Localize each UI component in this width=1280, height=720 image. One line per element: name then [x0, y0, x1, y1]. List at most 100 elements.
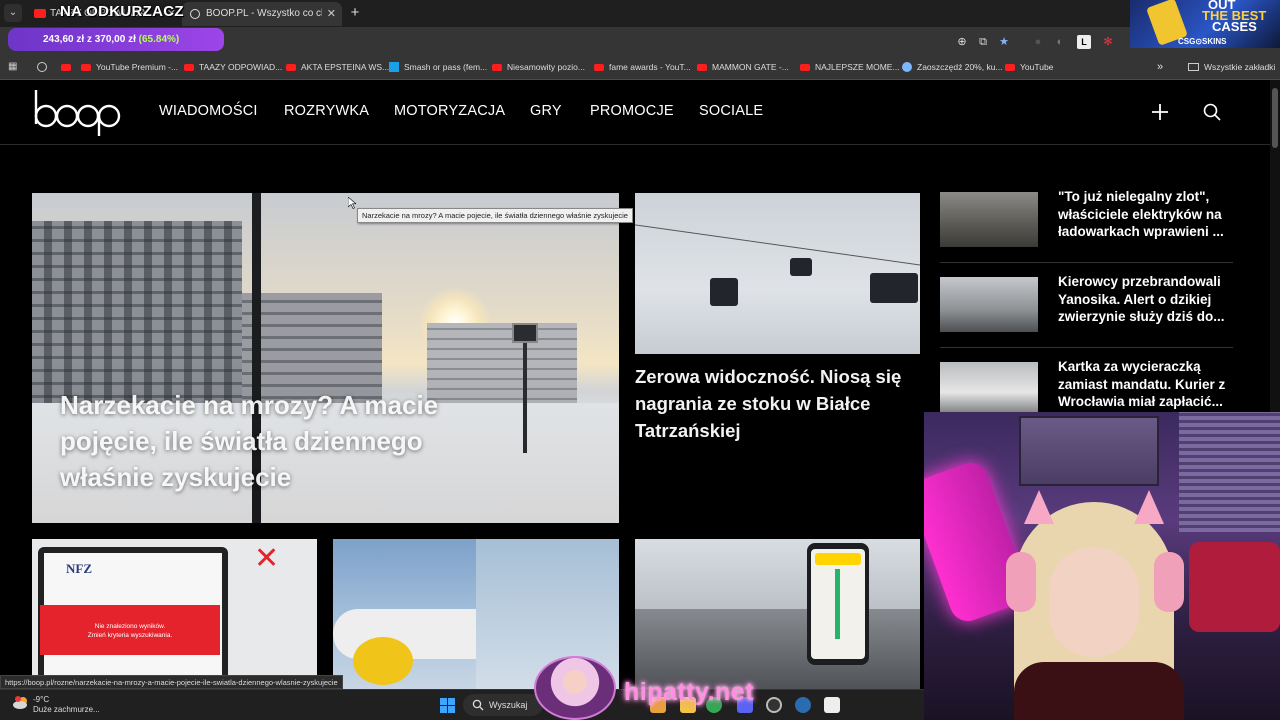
- globe-icon: [37, 62, 47, 72]
- donation-goal-bar: 243,60 zł z 370,00 zł (65.84%): [8, 28, 224, 51]
- new-tab-button[interactable]: +: [346, 4, 364, 22]
- all-bookmarks-label: Wszystkie zakładki: [1204, 62, 1276, 72]
- streamer-image: [994, 490, 1194, 720]
- bookmarks-overflow-button[interactable]: »: [1157, 55, 1163, 79]
- tab-bar: ⌄ TAAZY ODPOWIADA... ✕ BOOP.PL - Wszystk…: [0, 0, 1280, 27]
- sidebar-article-title[interactable]: Kartka za wycieraczką zamiast mandatu. K…: [1058, 358, 1230, 411]
- lift-cable: [635, 223, 920, 269]
- article-image-ski-lift[interactable]: [635, 193, 920, 354]
- youtube-icon: [81, 64, 91, 71]
- youtube-icon: [184, 64, 194, 71]
- bookmark-item[interactable]: MAMMON GATE -...: [697, 55, 789, 79]
- youtube-icon: [34, 9, 46, 18]
- tablet-image: NFZ Nie znaleziono wyników. Zmień kryter…: [38, 547, 228, 687]
- bookmark-item[interactable]: TAAZY ODPOWIAD...: [184, 55, 282, 79]
- site-header: WIADOMOŚCI ROZRYWKA MOTORYZACJA GRY PROM…: [0, 80, 1270, 145]
- headphone-icon: [1006, 552, 1036, 612]
- top: [1014, 662, 1184, 720]
- settings-icon[interactable]: [795, 697, 811, 713]
- bookmark-label: YouTube: [1020, 62, 1054, 72]
- wall-picture: [1019, 416, 1159, 486]
- donation-goal: 370,00 zł: [94, 34, 136, 45]
- extension-icon[interactable]: L: [1077, 35, 1091, 49]
- windows-start-icon[interactable]: [440, 698, 455, 713]
- youtube-icon: [61, 64, 71, 71]
- bookmark-item[interactable]: [37, 55, 51, 79]
- taskbar-search-label: Wyszukaj: [489, 700, 528, 710]
- plus-icon[interactable]: [1150, 102, 1170, 122]
- road-image: [635, 609, 920, 689]
- nfz-logo: NFZ: [66, 561, 92, 576]
- bookmark-item[interactable]: Smash or pass (fem...: [389, 55, 487, 79]
- nav-item-rozrywka[interactable]: ROZRYWKA: [284, 103, 369, 119]
- extension-icon[interactable]: ●: [1031, 35, 1045, 49]
- article-thumbnail: [940, 362, 1038, 417]
- bookmark-item[interactable]: fame awards - YouT...: [594, 55, 691, 79]
- extension-icon[interactable]: ◐: [1053, 35, 1067, 49]
- bookmark-label: fame awards - YouT...: [609, 62, 691, 72]
- close-icon[interactable]: ✕: [327, 2, 336, 26]
- nav-item-wiadomosci[interactable]: WIADOMOŚCI: [159, 103, 258, 119]
- search-icon[interactable]: [1202, 102, 1222, 122]
- all-bookmarks-button[interactable]: Wszystkie zakładki: [1188, 55, 1275, 79]
- taskbar-search[interactable]: Wyszukaj: [463, 694, 543, 716]
- article-title[interactable]: Zerowa widoczność. Niosą się nagrania ze…: [635, 363, 920, 444]
- scrollbar-thumb[interactable]: [1272, 88, 1278, 148]
- notepad-icon[interactable]: [824, 697, 840, 713]
- bookmark-star-icon[interactable]: ★: [997, 35, 1011, 49]
- article-image-road[interactable]: [635, 539, 920, 689]
- bookmark-item[interactable]: Niesamowity pozio...: [492, 55, 585, 79]
- weather-description[interactable]: Duże zachmurze...: [33, 705, 100, 714]
- promo-banner: OUT THE BEST CASES CSG⊙SKINS: [1130, 0, 1280, 48]
- article-thumbnail: [940, 277, 1038, 332]
- nav-item-promocje[interactable]: PROMOCJE: [590, 103, 674, 119]
- error-box: Nie znaleziono wyników. Zmień kryteria w…: [40, 605, 220, 655]
- steam-icon: [902, 62, 912, 72]
- bookmark-item[interactable]: YouTube: [1005, 55, 1053, 79]
- phone-image: [807, 543, 869, 665]
- chairlift-image: [790, 258, 812, 276]
- bookmark-item[interactable]: [61, 55, 76, 79]
- youtube-icon: [594, 64, 604, 71]
- extension-icon[interactable]: ✻: [1101, 35, 1115, 49]
- nav-item-sociale[interactable]: SOCIALE: [699, 103, 763, 119]
- bookmark-label: Zaoszczędź 20%, ku...: [917, 62, 1003, 72]
- bookmark-label: YouTube Premium -...: [96, 62, 179, 72]
- article-image-nfz[interactable]: NFZ Nie znaleziono wyników. Zmień kryter…: [32, 539, 317, 689]
- bookmark-item[interactable]: NAJLEPSZE MOME...: [800, 55, 900, 79]
- tab-list-button[interactable]: ⌄: [4, 4, 22, 22]
- bookmark-site-icon: [389, 62, 399, 72]
- promo-line: CASES: [1212, 19, 1257, 34]
- bookmark-item[interactable]: YouTube Premium -...: [81, 55, 178, 79]
- toolbar: 243,60 zł z 370,00 zł (65.84%) ⊕ ⧉ ★ ● ◐…: [0, 27, 1280, 55]
- install-app-icon[interactable]: ⧉: [976, 35, 990, 49]
- nav-item-motoryzacja[interactable]: MOTORYZACJA: [394, 103, 505, 119]
- article-thumbnail: [940, 192, 1038, 247]
- youtube-icon: [492, 64, 502, 71]
- weather-temperature[interactable]: -9°C: [33, 695, 49, 704]
- streamer-name: hipatty.net: [624, 678, 755, 706]
- nav-item-gry[interactable]: GRY: [530, 103, 562, 119]
- donation-separator: z: [86, 34, 92, 45]
- hero-article[interactable]: Narzekacie na mrozy? A macie pojęcie, il…: [32, 193, 619, 523]
- zoom-icon[interactable]: ⊕: [955, 35, 969, 49]
- tooltip: Narzekacie na mrozy? A macie pojecie, il…: [357, 208, 633, 223]
- bookmark-label: Smash or pass (fem...: [404, 62, 488, 72]
- hero-article-title[interactable]: Narzekacie na mrozy? A macie pojęcie, il…: [60, 387, 510, 495]
- bookmark-label: Niesamowity pozio...: [507, 62, 585, 72]
- engine-image: [353, 637, 413, 685]
- boop-logo[interactable]: [30, 86, 122, 138]
- youtube-icon: [1005, 64, 1015, 71]
- error-line: Nie znaleziono wyników.: [94, 623, 166, 630]
- obs-icon[interactable]: [766, 697, 782, 713]
- bookmark-item[interactable]: Zaoszczędź 20%, ku...: [902, 55, 1003, 79]
- tab-boop[interactable]: BOOP.PL - Wszystko co chcesz ✕: [182, 2, 342, 26]
- bookmark-item[interactable]: AKTA EPSTEINA WS...: [286, 55, 389, 79]
- stream-overlay-title: NA ODKURZACZ: [60, 3, 184, 20]
- sidebar-article-title[interactable]: Kierowcy przebrandowali Yanosika. Alert …: [1058, 273, 1230, 326]
- weather-icon[interactable]: [12, 695, 30, 711]
- bookmark-label: NAJLEPSZE MOME...: [815, 62, 900, 72]
- boop-icon: [190, 9, 200, 19]
- apps-grid-icon[interactable]: ▦: [8, 61, 19, 72]
- sidebar-article-title[interactable]: "To już nielegalny zlot", właściciele el…: [1058, 188, 1230, 241]
